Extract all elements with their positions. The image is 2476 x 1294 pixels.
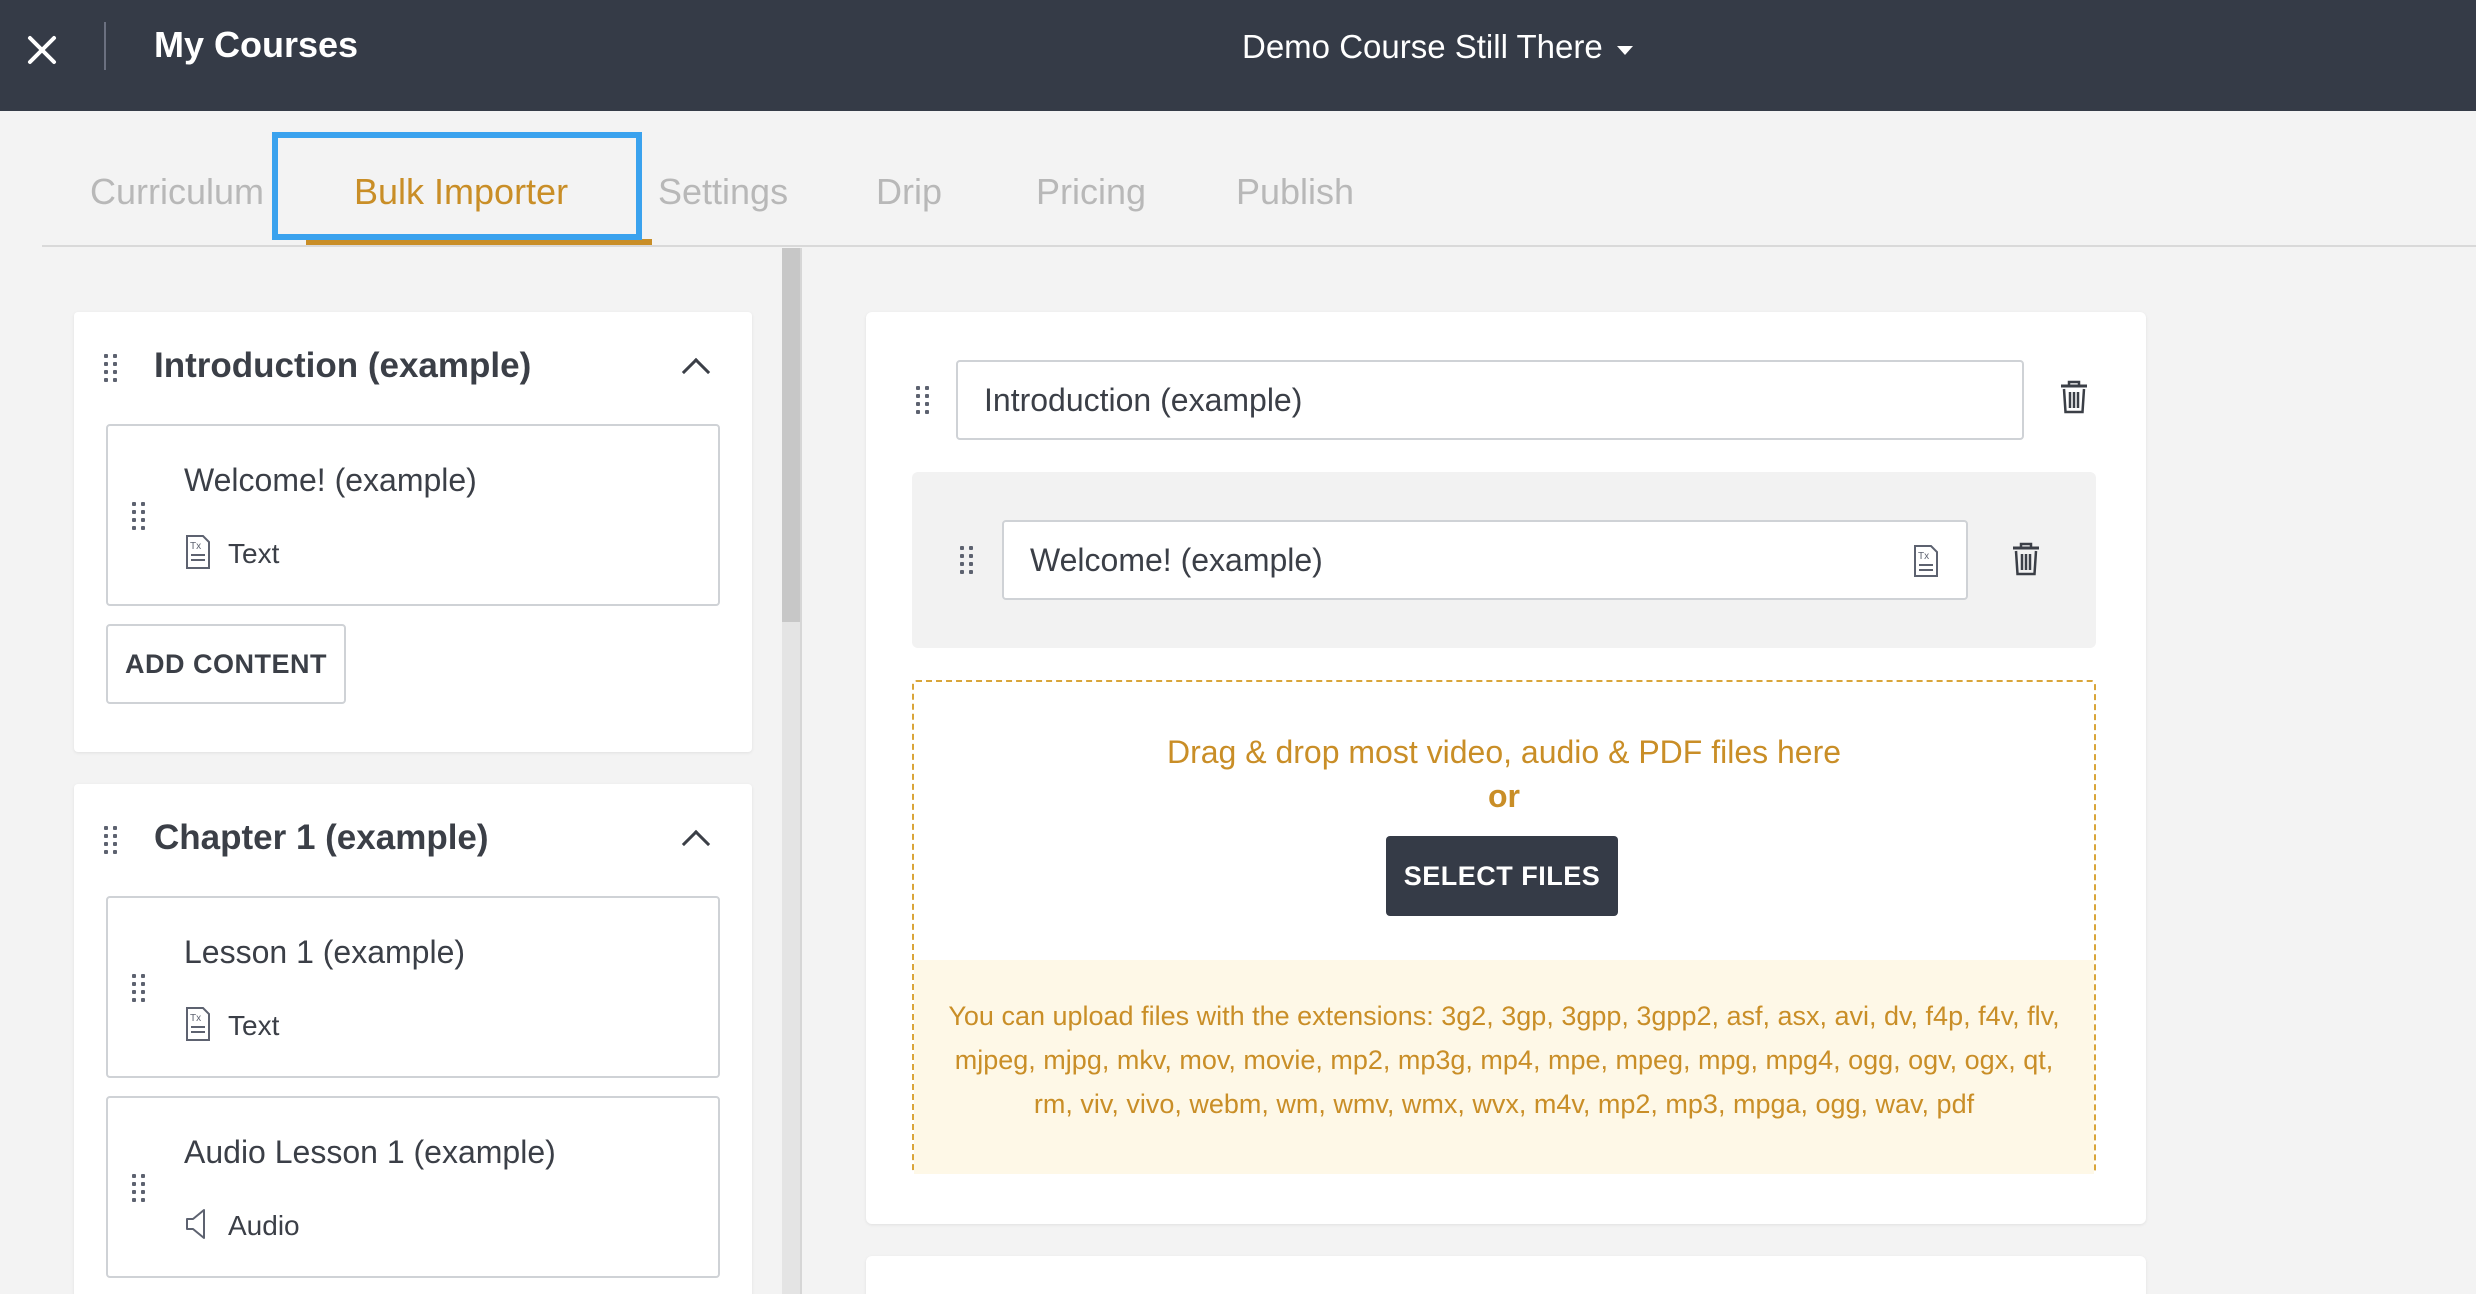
tab-pricing[interactable]: Pricing bbox=[1036, 171, 1146, 213]
next-section-card bbox=[866, 1256, 2146, 1294]
lesson-type: Text bbox=[228, 1010, 280, 1041]
drag-handle-icon[interactable] bbox=[132, 974, 146, 1004]
sidebar-scrollbar-thumb[interactable] bbox=[782, 248, 802, 622]
lesson-title: Audio Lesson 1 (example) bbox=[184, 1134, 556, 1170]
tab-drip[interactable]: Drip bbox=[876, 171, 942, 213]
chevron-up-icon[interactable] bbox=[681, 357, 711, 387]
tab-publish[interactable]: Publish bbox=[1236, 171, 1354, 213]
select-files-button[interactable]: SELECT FILES bbox=[1386, 836, 1618, 916]
lesson-title-input[interactable] bbox=[1002, 520, 1968, 600]
lesson-type: Audio bbox=[228, 1210, 300, 1241]
section-title-input[interactable] bbox=[956, 360, 2024, 440]
lesson-title: Lesson 1 (example) bbox=[184, 934, 466, 970]
course-selector[interactable]: Demo Course Still There bbox=[1242, 28, 1633, 66]
trash-icon[interactable] bbox=[2010, 542, 2042, 576]
lesson-card-audio-lesson-1[interactable]: Audio Lesson 1 (example) Audio bbox=[106, 1096, 720, 1278]
drag-handle-icon[interactable] bbox=[104, 826, 118, 856]
drag-handle-icon[interactable] bbox=[132, 502, 146, 532]
course-name: Demo Course Still There bbox=[1242, 28, 1603, 65]
drag-handle-icon[interactable] bbox=[132, 1174, 146, 1204]
section-card-chapter-1: Chapter 1 (example) Lesson 1 (example) T… bbox=[74, 784, 752, 1294]
bulk-import-card: Tx Drag & drop most video, audio & PDF f… bbox=[866, 312, 2146, 1224]
lesson-title: Welcome! (example) bbox=[184, 462, 477, 498]
chevron-up-icon[interactable] bbox=[681, 829, 711, 859]
text-doc-icon: Tx bbox=[1914, 545, 1938, 577]
my-courses-title[interactable]: My Courses bbox=[154, 24, 358, 66]
text-doc-icon: Tx bbox=[186, 535, 210, 569]
speaker-icon bbox=[186, 1209, 205, 1239]
drag-handle-icon[interactable] bbox=[916, 386, 930, 416]
extensions-note: You can upload files with the extensions… bbox=[914, 960, 2094, 1174]
trash-icon[interactable] bbox=[2058, 380, 2090, 414]
drag-handle-icon[interactable] bbox=[104, 354, 118, 384]
tab-settings[interactable]: Settings bbox=[658, 171, 788, 213]
add-content-button[interactable]: ADD CONTENT bbox=[106, 624, 346, 704]
lesson-row: Tx bbox=[912, 472, 2096, 648]
lesson-card-lesson-1[interactable]: Lesson 1 (example) Tx Text bbox=[106, 896, 720, 1078]
dropzone-instruction: Drag & drop most video, audio & PDF file… bbox=[1166, 734, 1842, 770]
dropzone-or: or bbox=[1488, 778, 1520, 814]
text-doc-icon: Tx bbox=[186, 1007, 210, 1041]
svg-text:Tx: Tx bbox=[190, 1013, 201, 1024]
section-card-introduction: Introduction (example) Welcome! (example… bbox=[74, 312, 752, 752]
section-title: Chapter 1 (example) bbox=[154, 818, 489, 857]
lesson-card-welcome[interactable]: Welcome! (example) Tx Text bbox=[106, 424, 720, 606]
section-title: Introduction (example) bbox=[154, 346, 532, 385]
divider bbox=[104, 22, 106, 70]
tab-curriculum[interactable]: Curriculum bbox=[90, 171, 264, 213]
svg-text:Tx: Tx bbox=[190, 541, 201, 552]
top-bar: My Courses Demo Course Still There bbox=[0, 0, 2476, 111]
tab-highlight-box bbox=[272, 132, 642, 240]
file-dropzone[interactable]: Drag & drop most video, audio & PDF file… bbox=[912, 680, 2096, 1174]
caret-down-icon bbox=[1616, 45, 1633, 55]
svg-text:Tx: Tx bbox=[1918, 551, 1929, 562]
close-icon[interactable] bbox=[18, 26, 66, 74]
panel-divider bbox=[800, 248, 802, 1294]
lesson-type: Text bbox=[228, 538, 280, 569]
drag-handle-icon[interactable] bbox=[960, 546, 974, 576]
